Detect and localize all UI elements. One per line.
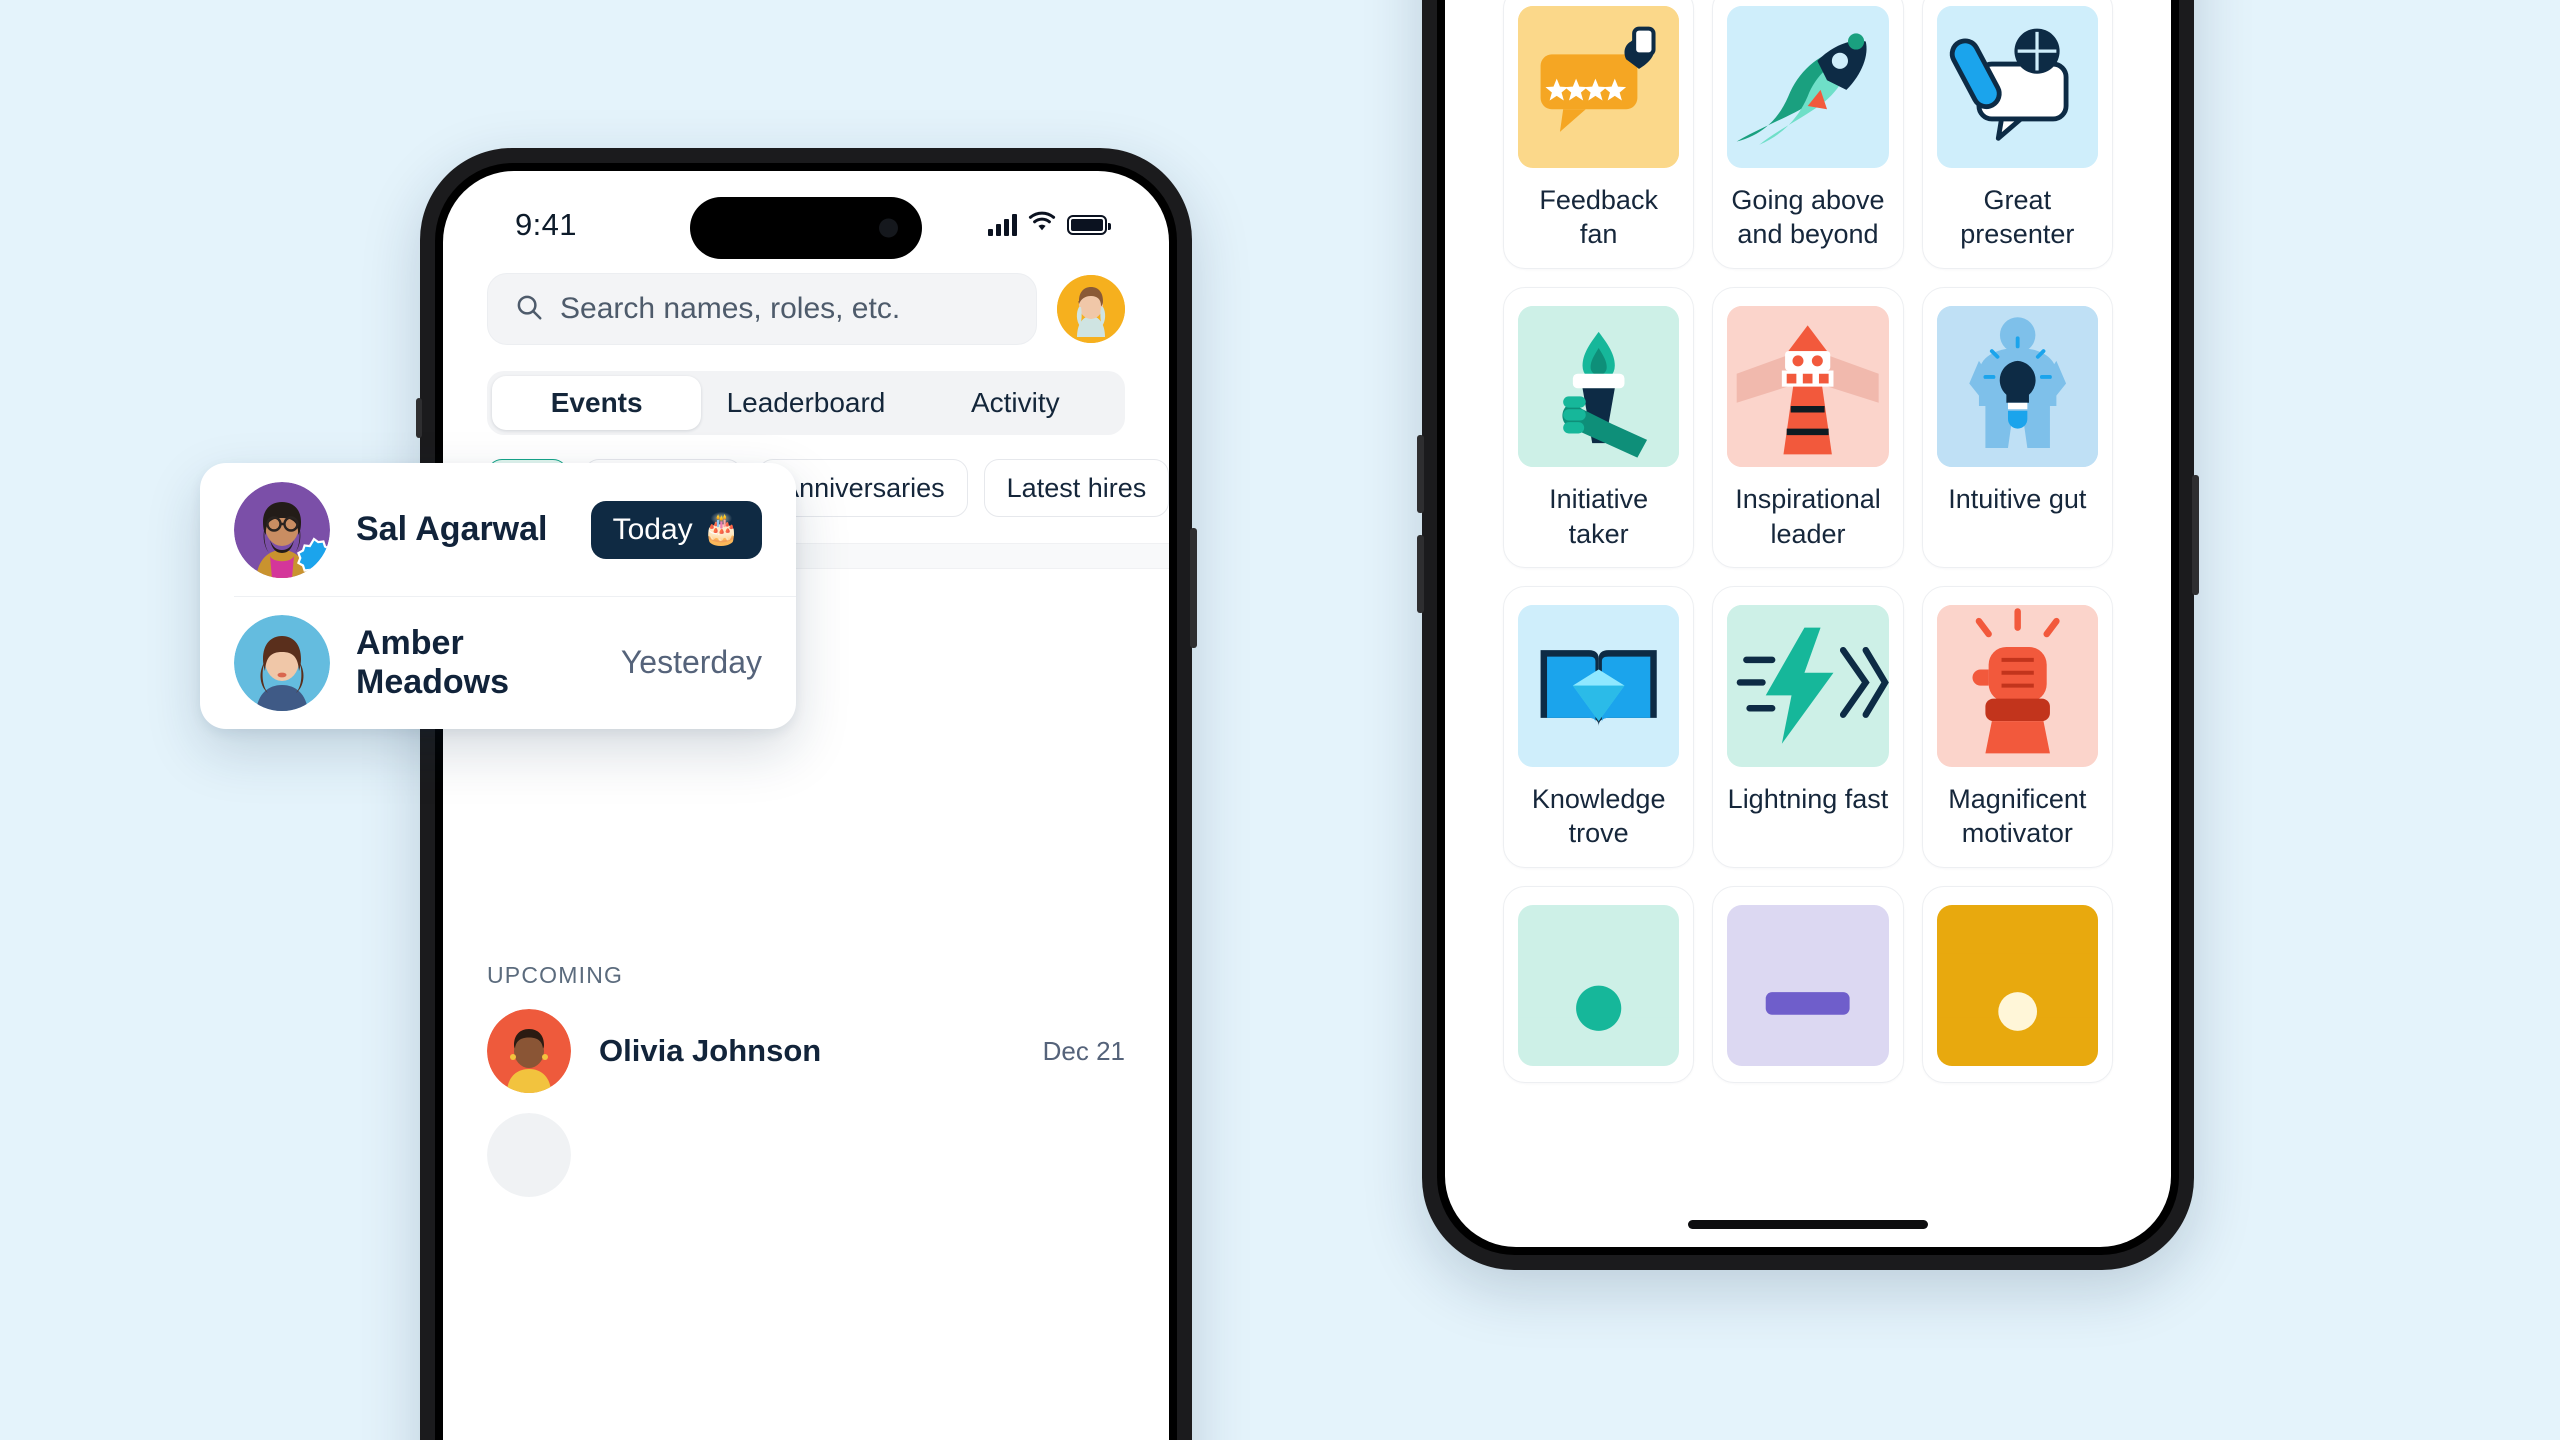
status-bar: 9:41 xyxy=(443,171,1169,263)
badge-grid: Design guruEagle eyeEmpathic soulFeedbac… xyxy=(1503,0,2113,1084)
knowledge-trove-icon xyxy=(1518,605,1680,767)
status-badge[interactable]: Today 🎂 xyxy=(590,500,762,559)
list-item[interactable]: Olivia Johnson Dec 21 xyxy=(443,989,1169,1093)
card-row-name: Sal Agarwal xyxy=(356,510,548,548)
search-placeholder: Search names, roles, etc. xyxy=(560,292,901,325)
tab-bar: Events Leaderboard Activity xyxy=(487,371,1125,435)
partial-lilac-icon xyxy=(1727,904,1889,1067)
magnificent-motivator-icon xyxy=(1936,605,2098,767)
avatar xyxy=(234,614,330,711)
badge-label: Lightning fast xyxy=(1727,783,1889,814)
list-item-name: Olivia Johnson xyxy=(599,1033,822,1068)
right-phone-screen: Design guruEagle eyeEmpathic soulFeedbac… xyxy=(1445,0,2171,1247)
feedback-fan-icon xyxy=(1518,6,1680,168)
battery-icon xyxy=(1067,214,1111,235)
badge-card[interactable]: Great presenter xyxy=(1921,0,2113,269)
partial-gold-icon xyxy=(1936,904,2098,1067)
cellular-signal-icon xyxy=(988,213,1017,236)
badge-card[interactable]: Knowledge trove xyxy=(1503,586,1695,868)
inspirational-leader-icon xyxy=(1727,305,1889,468)
card-row-sal[interactable]: Sal Agarwal Today 🎂 xyxy=(200,463,796,596)
badge-label: Great presenter xyxy=(1960,184,2075,250)
badge-label: Intuitive gut xyxy=(1948,484,2087,515)
initiative-taker-icon xyxy=(1518,305,1680,468)
badge-card[interactable]: Lightning fast xyxy=(1712,586,1904,868)
badge-card[interactable]: Initiative taker xyxy=(1503,286,1695,569)
badge-card[interactable] xyxy=(1712,885,1904,1084)
status-bar-icons xyxy=(988,211,1111,238)
search-row: Search names, roles, etc. xyxy=(443,263,1169,345)
avatar xyxy=(487,1113,571,1197)
tab-events[interactable]: Events xyxy=(492,376,702,430)
badge-label: Initiative taker xyxy=(1549,484,1649,549)
card-row-amber[interactable]: Amber Meadows Yesterday xyxy=(200,596,796,729)
birthday-highlight-card: Sal Agarwal Today 🎂 Amber Meadows Yester… xyxy=(200,463,796,729)
tab-leaderboard[interactable]: Leaderboard xyxy=(701,376,910,430)
badge-label: Feedback fan xyxy=(1539,184,1658,250)
power-button[interactable] xyxy=(1190,528,1197,648)
lightning-fast-icon xyxy=(1727,605,1889,767)
badge-card[interactable]: Going above and beyond xyxy=(1712,0,1904,269)
badge-card[interactable] xyxy=(1503,885,1695,1084)
upcoming-label: UPCOMING xyxy=(487,962,624,988)
home-indicator[interactable] xyxy=(1688,1220,1928,1229)
filter-pill-latest-hires[interactable]: Latest hires xyxy=(983,459,1169,517)
card-row-name: Amber Meadows xyxy=(356,623,510,701)
list-item-date: Dec 21 xyxy=(1042,1035,1125,1066)
avatar xyxy=(487,1009,571,1093)
left-phone-screen: 9:41 Search names, roles, etc. Events Le… xyxy=(443,171,1169,1440)
list-item[interactable] xyxy=(443,1093,1169,1197)
power-button[interactable] xyxy=(2192,475,2199,595)
search-icon xyxy=(514,292,544,327)
mute-switch[interactable] xyxy=(416,398,422,438)
avatar[interactable] xyxy=(1057,275,1125,343)
partial-teal-icon xyxy=(1518,904,1680,1067)
badge-label: Inspirational leader xyxy=(1735,484,1881,549)
going-above-icon xyxy=(1727,6,1889,168)
status-bar-time: 9:41 xyxy=(515,207,577,242)
volume-up-button[interactable] xyxy=(1417,435,1424,513)
badge-card[interactable]: Feedback fan xyxy=(1503,0,1695,269)
badge-label: Going above and beyond xyxy=(1731,184,1885,250)
wifi-icon xyxy=(1028,211,1056,238)
badge-card[interactable] xyxy=(1921,885,2113,1084)
left-phone-mockup: 9:41 Search names, roles, etc. Events Le… xyxy=(415,148,1197,1440)
avatar xyxy=(234,481,330,578)
volume-down-button[interactable] xyxy=(1417,535,1424,613)
search-input[interactable]: Search names, roles, etc. xyxy=(487,273,1037,345)
front-camera-icon xyxy=(879,218,898,238)
right-phone-mockup: Design guruEagle eyeEmpathic soulFeedbac… xyxy=(1417,0,2199,1270)
cake-emoji-icon: 🎂 xyxy=(702,513,740,546)
badge-card[interactable]: Inspirational leader xyxy=(1712,286,1904,569)
badge-label: Magnificent motivator xyxy=(1948,783,2087,849)
badge-card[interactable]: Intuitive gut xyxy=(1921,286,2113,569)
intuitive-gut-icon xyxy=(1936,305,2098,468)
tab-activity[interactable]: Activity xyxy=(911,376,1120,430)
phone-bezel: 9:41 Search names, roles, etc. Events Le… xyxy=(435,163,1177,1440)
verified-badge-icon xyxy=(294,536,330,576)
card-row-when: Yesterday xyxy=(620,644,762,680)
status-badge-label: Today xyxy=(612,512,693,546)
phone-bezel: Design guruEagle eyeEmpathic soulFeedbac… xyxy=(1437,0,2179,1255)
great-presenter-icon xyxy=(1936,6,2098,168)
badge-card[interactable]: Magnificent motivator xyxy=(1921,586,2113,868)
badge-label: Knowledge trove xyxy=(1531,783,1666,849)
dynamic-island xyxy=(690,197,922,259)
